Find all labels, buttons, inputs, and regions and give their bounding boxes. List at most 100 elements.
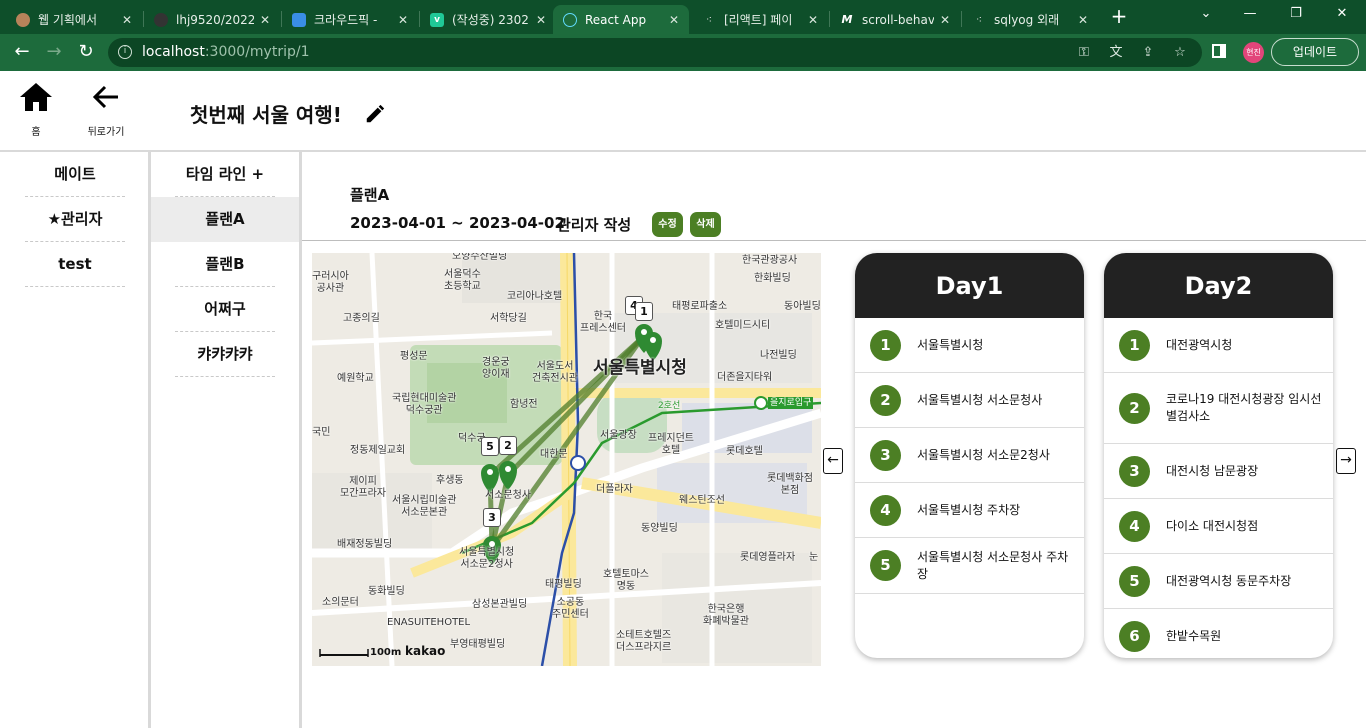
map-label: 국립현대미술관 덕수궁관 xyxy=(392,393,457,416)
plan-tab[interactable]: 어쩌구 xyxy=(175,287,275,332)
place-name: 대전광역시청 xyxy=(1166,337,1233,352)
back-button[interactable]: 뒤로가기 xyxy=(83,81,129,138)
close-icon[interactable]: ✕ xyxy=(398,13,408,27)
github-icon xyxy=(154,12,168,27)
day-place-row[interactable]: 4 서울특별시청 주차장 xyxy=(855,483,1084,538)
day-place-row[interactable]: 1 서울특별시청 xyxy=(855,318,1084,373)
pencil-icon[interactable] xyxy=(364,103,386,125)
map-label: 서소문청사 xyxy=(485,490,531,501)
new-tab-button[interactable]: + xyxy=(1108,6,1130,28)
day-place-row[interactable]: 4 다이소 대전시청점 xyxy=(1104,499,1333,554)
map-label: 한국은행 화폐박물관 xyxy=(703,604,749,627)
map-label: 롯데영플라자 xyxy=(740,552,796,563)
place-name: 서울특별시청 주차장 xyxy=(917,502,1021,517)
restore-icon[interactable]: ❐ xyxy=(1286,6,1306,21)
back-arrow-icon[interactable]: ← xyxy=(10,41,34,65)
day-place-row[interactable]: 5 대전광역시청 동문주차장 xyxy=(1104,554,1333,609)
close-icon[interactable]: ✕ xyxy=(122,13,132,27)
delete-plan-button[interactable]: 삭제 xyxy=(690,212,721,237)
edit-plan-button[interactable]: 수정 xyxy=(652,212,683,237)
day-place-row[interactable]: 6 한밭수목원 xyxy=(1104,609,1333,658)
member-item[interactable]: ★관리자 xyxy=(25,197,125,242)
tab-search-chevron-icon[interactable]: ⌄ xyxy=(1196,6,1216,21)
app-header: 홈 뒤로가기 첫번째 서울 여행! xyxy=(0,71,1366,152)
next-day-button[interactable]: → xyxy=(1336,448,1356,474)
member-item[interactable]: test xyxy=(25,242,125,287)
close-icon[interactable]: ✕ xyxy=(940,13,950,27)
share-icon[interactable]: ⇪ xyxy=(1140,45,1156,61)
map-label: 2호선 xyxy=(658,401,681,411)
browser-tab-strip: 웹 기획에서 ✕ lhj9520/2022 ✕ 크라우드픽 - ✕ v (작성중… xyxy=(0,0,1366,34)
map-label: 동아빌딩 xyxy=(784,301,821,312)
map-label: 웨스틴조선 xyxy=(679,495,725,506)
forward-arrow-icon[interactable]: → xyxy=(42,41,66,65)
close-icon[interactable]: ✕ xyxy=(260,13,270,27)
profile-avatar[interactable]: 현진 xyxy=(1243,42,1264,63)
map-marker-badge[interactable]: 3 xyxy=(483,508,501,527)
map-label: 소공동 주민센터 xyxy=(552,597,589,620)
map-label: ENASUITEHOTEL xyxy=(387,617,471,628)
map-label: 서울특별시청 서소문2청사 xyxy=(459,547,515,570)
divider xyxy=(302,240,1366,241)
browser-tab[interactable]: ⁖ sqlyog 외래 ✕ xyxy=(962,5,1098,34)
map-label: 동양빌딩 xyxy=(641,523,678,534)
plan-tab[interactable]: 캬캬캬캬 xyxy=(175,332,275,377)
plan-tab[interactable]: 플랜B xyxy=(175,242,275,287)
day-place-row[interactable]: 5 서울특별시청 서소문청사 주차장 xyxy=(855,538,1084,594)
timeline-add-button[interactable]: 타임 라인 + xyxy=(175,152,275,197)
day-place-row[interactable]: 1 대전광역시청 xyxy=(1104,318,1333,373)
map-label: 서울특별시청 xyxy=(593,358,687,378)
place-name: 한밭수목원 xyxy=(1166,629,1222,643)
map-label: 프레지던트 호텔 xyxy=(648,433,694,456)
site-info-icon[interactable]: i xyxy=(118,45,132,59)
browser-tab[interactable]: 크라우드픽 - ✕ xyxy=(282,5,418,34)
key-icon[interactable]: ⚿ xyxy=(1076,45,1092,61)
map-label: 제이피 모간프라자 xyxy=(340,476,386,499)
window-close-icon[interactable]: ✕ xyxy=(1332,6,1352,21)
close-icon[interactable]: ✕ xyxy=(1078,13,1088,27)
members-sidebar: 메이트 ★관리자 test xyxy=(0,152,151,728)
close-icon[interactable]: ✕ xyxy=(536,13,546,27)
bookmark-star-icon[interactable]: ☆ xyxy=(1172,45,1188,61)
arrow-left-icon xyxy=(92,85,118,109)
close-icon[interactable]: ✕ xyxy=(669,13,679,27)
home-button[interactable]: 홈 xyxy=(17,81,55,138)
place-order-badge: 3 xyxy=(870,439,901,471)
member-mate-header: 메이트 xyxy=(25,152,125,197)
side-panel-icon[interactable] xyxy=(1212,44,1226,58)
day-place-row[interactable]: 2 코로나19 대전시청광장 임시선별검사소 xyxy=(1104,373,1333,444)
plan-tab-active[interactable]: 플랜A xyxy=(151,197,299,242)
browser-toolbar: ← → ↻ i localhost:3000/mytrip/1 ⚿ 文 ⇪ ☆ xyxy=(0,34,1366,71)
browser-tab[interactable]: 웹 기획에서 ✕ xyxy=(6,5,142,34)
map-label: 서울덕수 초등학교 xyxy=(444,269,481,292)
update-button[interactable]: 업데이트 xyxy=(1271,38,1359,66)
trip-map[interactable]: 서울특별시청 서울광장 덕수궁 대한문 서울특별시청 서소문2청사 서소문청사 … xyxy=(312,253,821,666)
mdn-icon: M xyxy=(841,13,853,26)
map-marker-badge[interactable]: 2 xyxy=(499,436,517,455)
browser-tab-active[interactable]: React App ✕ xyxy=(553,5,689,34)
address-bar[interactable]: i localhost:3000/mytrip/1 ⚿ 文 ⇪ ☆ xyxy=(108,38,1202,67)
map-label: 고종의길 xyxy=(343,313,380,324)
browser-tab[interactable]: M scroll-behavi ✕ xyxy=(830,5,960,34)
favicon-avatar-icon xyxy=(16,12,30,27)
day-place-row[interactable]: 2 서울특별시청 서소문청사 xyxy=(855,373,1084,428)
translate-icon[interactable]: 文 xyxy=(1108,45,1124,61)
map-label: 태평빌딩 xyxy=(545,579,582,590)
arrow-right-icon: → xyxy=(1340,452,1352,468)
minimize-icon[interactable]: — xyxy=(1240,6,1260,21)
map-marker-badge[interactable]: 1 xyxy=(635,302,653,321)
day-place-row[interactable]: 3 서울특별시청 서소문2청사 xyxy=(855,428,1084,483)
browser-tab[interactable]: v (작성중) 2302 ✕ xyxy=(420,5,556,34)
timeline-sidebar: 타임 라인 + 플랜A 플랜B 어쩌구 캬캬캬캬 xyxy=(151,152,302,728)
tistory-icon: ⁖ xyxy=(975,13,983,26)
browser-tab[interactable]: ⁖ [리액트] 페이 ✕ xyxy=(692,5,828,34)
close-icon[interactable]: ✕ xyxy=(808,13,818,27)
map-marker-badge[interactable]: 5 xyxy=(481,437,499,456)
reload-icon[interactable]: ↻ xyxy=(74,41,98,65)
prev-day-button[interactable]: ← xyxy=(823,448,843,474)
day-place-row[interactable]: 3 대전시청 남문광장 xyxy=(1104,444,1333,499)
plan-name: 플랜A xyxy=(350,186,390,204)
map-label: 함녕전 xyxy=(510,399,538,410)
day-title: Day1 xyxy=(855,253,1084,318)
browser-tab[interactable]: lhj9520/2022 ✕ xyxy=(144,5,280,34)
